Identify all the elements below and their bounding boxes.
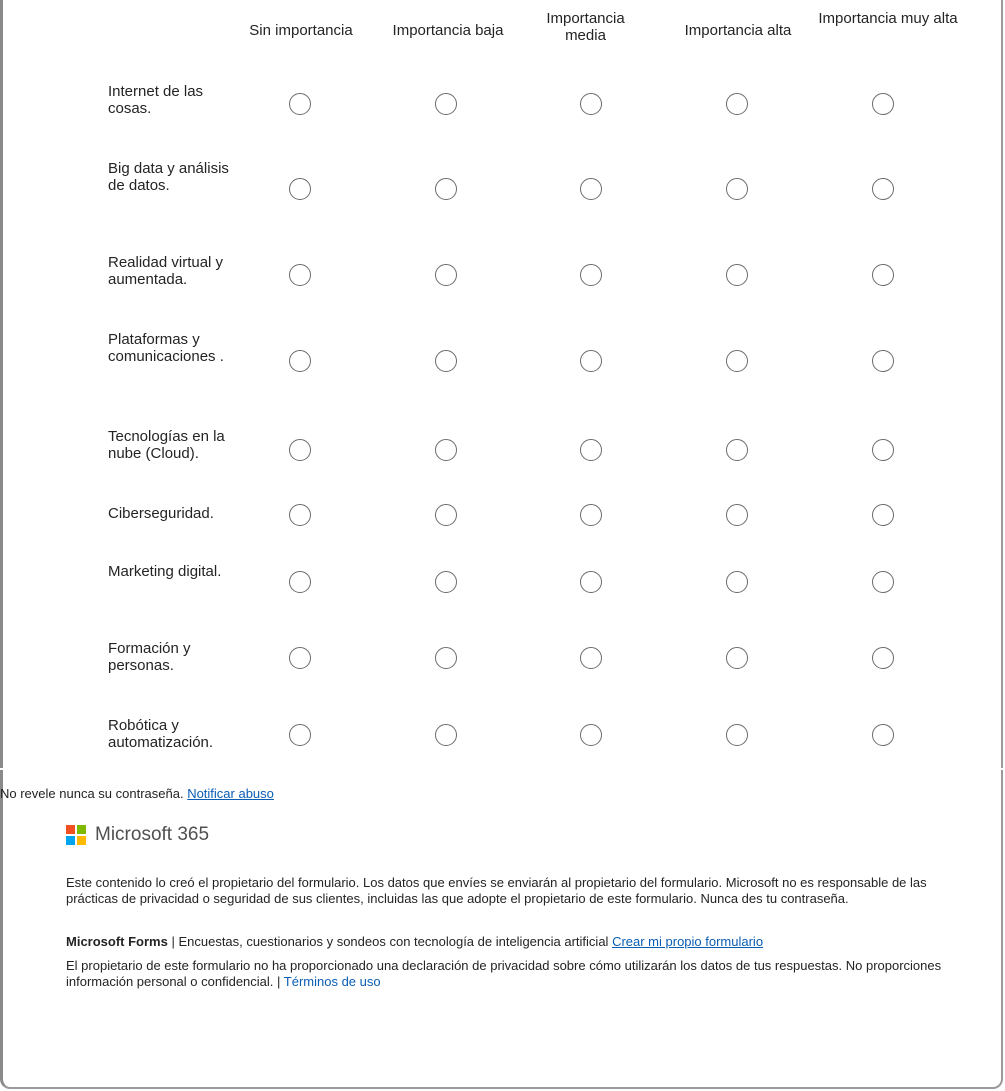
radio-option[interactable]: [872, 350, 894, 372]
radio-option[interactable]: [872, 504, 894, 526]
radio-option[interactable]: [726, 93, 748, 115]
radio-option[interactable]: [435, 571, 457, 593]
likert-card: Sin importancia Importancia baja Importa…: [0, 0, 1003, 768]
radio-option[interactable]: [726, 264, 748, 286]
brand-name: Microsoft 365: [95, 824, 210, 845]
radio-option[interactable]: [580, 178, 602, 200]
radio-option[interactable]: [726, 571, 748, 593]
radio-option[interactable]: [435, 504, 457, 526]
radio-option[interactable]: [580, 504, 602, 526]
microsoft-logo-icon: [66, 825, 86, 845]
likert-grid: Sin importancia Importancia baja Importa…: [3, 0, 1005, 751]
forms-name: Microsoft Forms: [66, 934, 168, 949]
radio-option[interactable]: [872, 724, 894, 746]
radio-option[interactable]: [872, 571, 894, 593]
row-label: Tecnologías en la nube (Cloud).: [108, 428, 225, 462]
radio-option[interactable]: [580, 264, 602, 286]
radio-option[interactable]: [726, 724, 748, 746]
disclaimer-text: Este contenido lo creó el propietario de…: [66, 875, 927, 906]
report-abuse-link[interactable]: Notificar abuso: [187, 786, 274, 801]
radio-option[interactable]: [580, 647, 602, 669]
row-label: Big data y análisis de datos.: [108, 160, 229, 194]
microsoft-365-logo: Microsoft 365: [66, 824, 209, 846]
radio-option[interactable]: [435, 93, 457, 115]
radio-option[interactable]: [872, 178, 894, 200]
row-label: Internet de las cosas.: [108, 83, 204, 117]
column-header: Importancia baja: [392, 22, 504, 39]
radio-option[interactable]: [726, 350, 748, 372]
radio-option[interactable]: [435, 647, 457, 669]
radio-option[interactable]: [435, 439, 457, 461]
privacy-notice: El propietario de este formulario no ha …: [66, 958, 966, 990]
radio-option[interactable]: [580, 439, 602, 461]
row-label: Marketing digital.: [108, 563, 222, 580]
radio-option[interactable]: [289, 178, 311, 200]
radio-option[interactable]: [726, 178, 748, 200]
privacy-text: El propietario de este formulario no ha …: [66, 958, 942, 989]
radio-option[interactable]: [580, 571, 602, 593]
radio-option[interactable]: [580, 93, 602, 115]
likert-header-row: Sin importancia Importancia baja Importa…: [3, 0, 1005, 62]
radio-option[interactable]: [872, 439, 894, 461]
row-label: Robótica y automatización.: [108, 717, 214, 751]
notice-text: No revele nunca su contraseña.: [0, 786, 184, 801]
radio-option[interactable]: [289, 647, 311, 669]
radio-option[interactable]: [289, 350, 311, 372]
radio-option[interactable]: [435, 724, 457, 746]
forms-line: Microsoft Forms | Encuestas, cuestionari…: [66, 934, 966, 949]
row-label: Ciberseguridad.: [108, 505, 214, 522]
radio-option[interactable]: [726, 647, 748, 669]
radio-option[interactable]: [580, 350, 602, 372]
radio-option[interactable]: [580, 724, 602, 746]
radio-option[interactable]: [289, 724, 311, 746]
column-header: Importancia alta: [684, 22, 792, 39]
radio-option[interactable]: [435, 350, 457, 372]
radio-option[interactable]: [289, 439, 311, 461]
radio-option[interactable]: [435, 264, 457, 286]
radio-option[interactable]: [872, 647, 894, 669]
column-header: Importancia media: [546, 10, 625, 44]
radio-option[interactable]: [289, 504, 311, 526]
radio-option[interactable]: [289, 93, 311, 115]
radio-option[interactable]: [289, 571, 311, 593]
radio-option[interactable]: [872, 264, 894, 286]
forms-tagline: | Encuestas, cuestionarios y sondeos con…: [171, 934, 609, 949]
column-header: Sin importancia: [249, 22, 353, 39]
password-notice: No revele nunca su contraseña. Notificar…: [0, 786, 274, 801]
create-form-link[interactable]: Crear mi propio formulario: [612, 934, 763, 949]
terms-of-use-link[interactable]: Términos de uso: [284, 974, 381, 989]
row-label: Realidad virtual y aumentada.: [108, 254, 224, 288]
row-label: Plataformas y comunicaciones .: [108, 331, 224, 365]
radio-option[interactable]: [289, 264, 311, 286]
radio-option[interactable]: [872, 93, 894, 115]
footer-panel: [0, 770, 1003, 1089]
radio-option[interactable]: [435, 178, 457, 200]
column-header: Importancia muy alta: [818, 10, 958, 27]
radio-option[interactable]: [726, 504, 748, 526]
row-label: Formación y personas.: [108, 640, 191, 674]
radio-option[interactable]: [726, 439, 748, 461]
